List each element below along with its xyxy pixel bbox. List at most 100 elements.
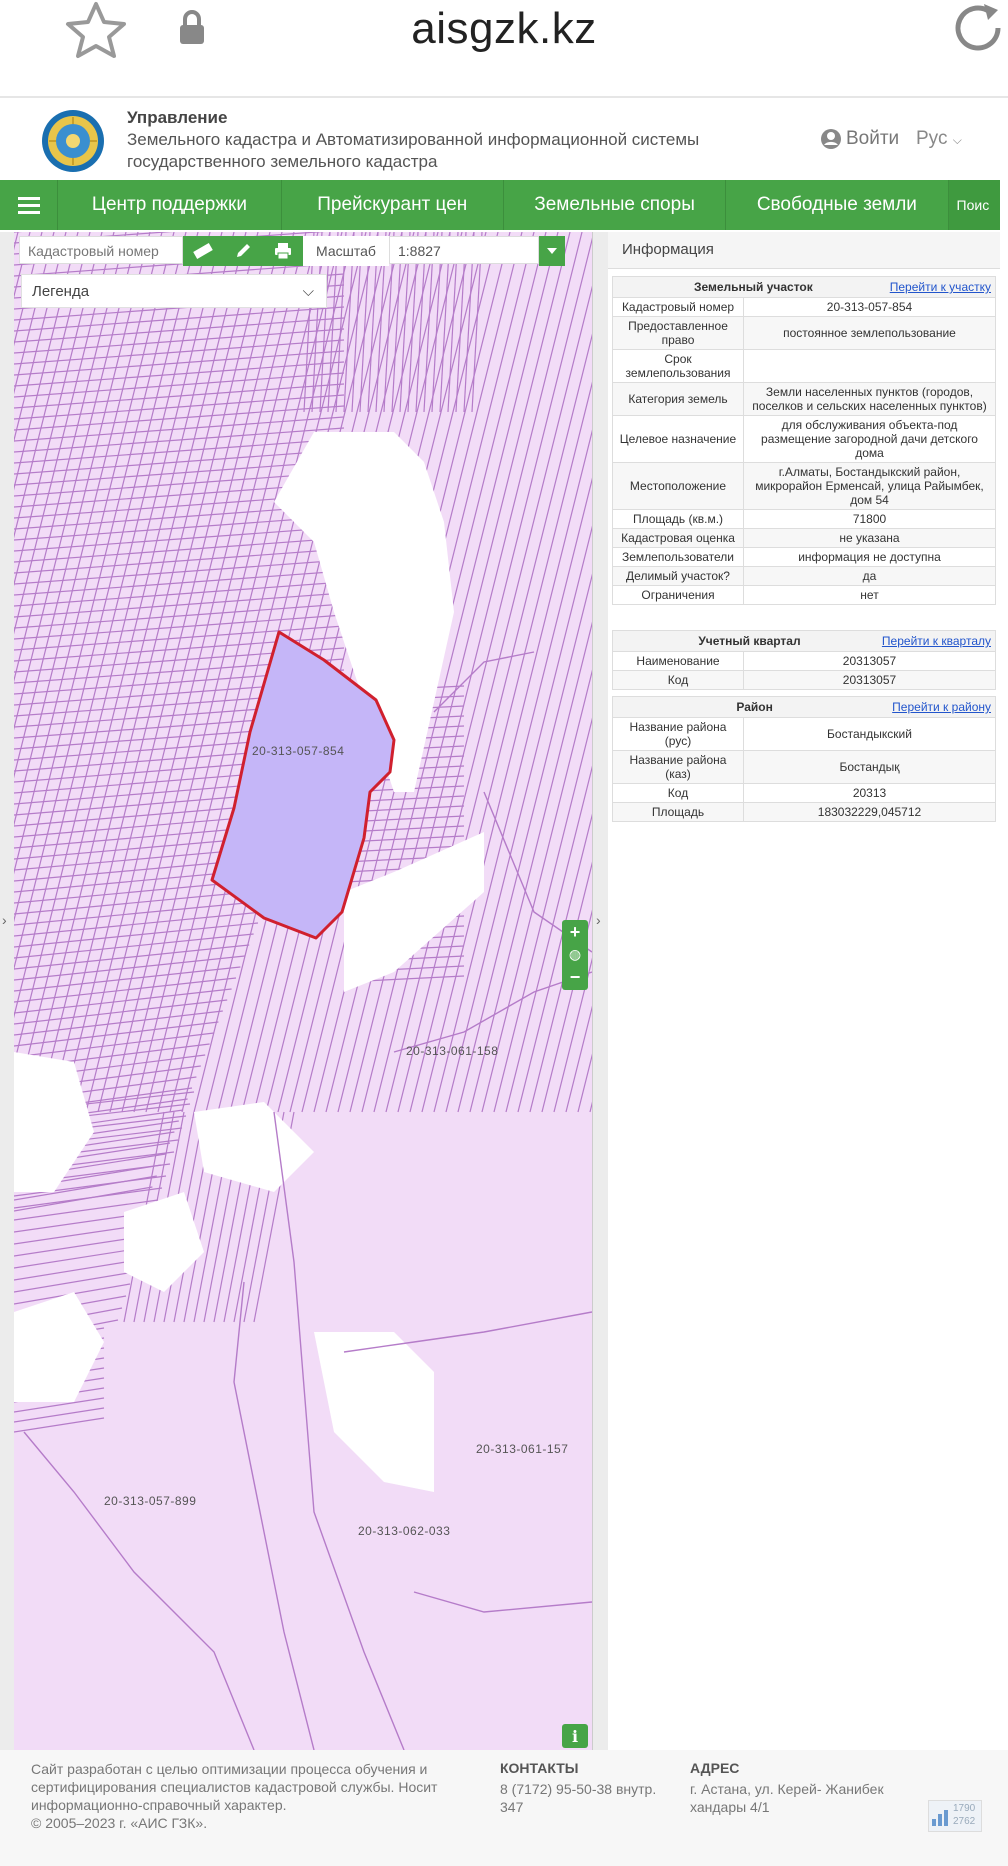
info-value: Земли населенных пунктов (городов, посел… bbox=[743, 382, 996, 416]
map-toolbar: Кадастровый номер Масштаб 1:8827 bbox=[19, 236, 565, 266]
print-button[interactable] bbox=[263, 236, 303, 266]
info-value: 71800 bbox=[743, 509, 996, 529]
nav-free-lands[interactable]: Свободные земли bbox=[726, 180, 949, 230]
info-key: Код bbox=[612, 783, 744, 803]
footer: Сайт разработан с целью оптимизации проц… bbox=[0, 1750, 1008, 1866]
info-value: 20-313-057-854 bbox=[743, 297, 996, 317]
info-key: Делимый участок? bbox=[612, 566, 744, 586]
info-key: Площадь (кв.м.) bbox=[612, 509, 744, 529]
contacts-phone[interactable]: 8 (7172) 95-50-38 внутр. 347 bbox=[500, 1780, 670, 1816]
zoom-out-icon[interactable]: − bbox=[570, 967, 581, 988]
info-value: 183032229,045712 bbox=[743, 802, 996, 822]
go-to-parcel-link[interactable]: Перейти к участку bbox=[890, 280, 991, 294]
counter-visits: 1790 bbox=[953, 1803, 976, 1814]
district-heading: Район bbox=[736, 700, 773, 714]
info-row: Ограничения нет bbox=[612, 585, 996, 605]
menu-icon[interactable] bbox=[0, 180, 59, 230]
cadastral-map[interactable]: 20-313-057-854 20-313-061-158 20-313-061… bbox=[14, 232, 592, 1750]
info-value: для обслуживания объекта-под размещение … bbox=[743, 415, 996, 463]
reload-icon[interactable] bbox=[952, 0, 1008, 56]
pencil-icon bbox=[237, 244, 250, 257]
info-row: Срок землепользования bbox=[612, 349, 996, 383]
info-value: не указана bbox=[743, 528, 996, 548]
panel-title: Информация bbox=[608, 232, 1000, 269]
parcel-heading: Земельный участок bbox=[693, 280, 813, 294]
info-value: постоянное землепользование bbox=[743, 316, 996, 350]
cadastral-number-input[interactable]: Кадастровый номер bbox=[19, 236, 183, 264]
info-key: Кадастровая оценка bbox=[612, 528, 744, 548]
scale-input[interactable]: 1:8827 bbox=[389, 236, 539, 264]
nav-price-list[interactable]: Прейскурант цен bbox=[282, 180, 504, 230]
info-row: Землепользователи информация не доступна bbox=[612, 547, 996, 567]
info-row: Предоставленное право постоянное землепол… bbox=[612, 316, 996, 350]
nav-land-disputes[interactable]: Земельные споры bbox=[504, 180, 727, 230]
visit-counter[interactable]: 1790 2762 bbox=[928, 1800, 982, 1832]
parcel-label-selected: 20-313-057-854 bbox=[252, 744, 345, 758]
info-row: Площадь (кв.м.) 71800 bbox=[612, 509, 996, 529]
info-key: Срок землепользования bbox=[612, 349, 744, 383]
zoom-in-icon[interactable]: + bbox=[570, 922, 581, 943]
parcel-label: 20-313-061-158 bbox=[406, 1044, 499, 1058]
nav-search[interactable]: Поис bbox=[948, 180, 1000, 230]
user-icon bbox=[821, 129, 841, 149]
printer-icon bbox=[275, 243, 291, 260]
info-value: г.Алматы, Бостандыкский район, микрорайо… bbox=[743, 462, 996, 510]
ruler-button[interactable] bbox=[183, 236, 223, 266]
info-value: нет bbox=[743, 585, 996, 605]
address-heading: АДРЕС bbox=[690, 1760, 740, 1776]
copyright-text: © 2005–2023 г. «АИС ГЗК». bbox=[31, 1815, 208, 1831]
info-row: Кадастровый номер 20-313-057-854 bbox=[612, 297, 996, 317]
go-to-district-link[interactable]: Перейти к району bbox=[892, 700, 991, 714]
draw-button[interactable] bbox=[223, 236, 263, 266]
parcel-label: 20-313-057-899 bbox=[104, 1494, 197, 1508]
address-text: г. Астана, ул. Керей- Жанибек хандары 4/… bbox=[690, 1781, 884, 1815]
address-bar-url[interactable]: aisgzk.kz bbox=[0, 4, 1008, 54]
language-selector[interactable]: Рус ⌵ bbox=[916, 128, 962, 150]
info-value bbox=[743, 349, 996, 383]
left-panel-toggle[interactable]: › bbox=[0, 232, 15, 1750]
info-value: 20313057 bbox=[743, 651, 996, 671]
legend-label: Легенда bbox=[32, 283, 90, 300]
parcel-table: Земельный участок Перейти к участку Када… bbox=[612, 276, 996, 605]
chevron-right-icon: › bbox=[2, 912, 7, 928]
info-key: Землепользователи bbox=[612, 547, 744, 567]
ruler-icon bbox=[193, 243, 213, 259]
org-title-line-1: Управление bbox=[127, 108, 228, 127]
browser-toolbar: aisgzk.kz bbox=[0, 0, 1008, 98]
info-row: Название района (каз) Бостандық bbox=[612, 750, 996, 784]
legend-dropdown[interactable]: Легенда ⌵ bbox=[21, 274, 327, 308]
contacts-heading: КОНТАКТЫ bbox=[500, 1760, 579, 1776]
info-row: Категория земель Земли населенных пунктов… bbox=[612, 382, 996, 416]
info-value: Бостандық bbox=[743, 750, 996, 784]
info-panel: Информация Земельный участок Перейти к у… bbox=[608, 232, 1000, 1750]
district-table: Район Перейти к району Название района (… bbox=[612, 696, 996, 822]
info-key: Местоположение bbox=[612, 462, 744, 510]
info-row: Код 20313057 bbox=[612, 670, 996, 690]
scale-dropdown-button[interactable] bbox=[539, 236, 565, 266]
language-label: Рус bbox=[916, 128, 948, 149]
parcel-label: 20-313-062-033 bbox=[358, 1524, 451, 1538]
info-value: Бостандыкский bbox=[743, 717, 996, 751]
nav-support-center[interactable]: Центр поддержки bbox=[58, 180, 282, 230]
org-title-line-3: государственного земельного кадастра bbox=[127, 152, 438, 171]
info-key: Код bbox=[612, 670, 744, 690]
go-to-quarter-link[interactable]: Перейти к кварталу bbox=[882, 634, 991, 648]
info-key: Предоставленное право bbox=[612, 316, 744, 350]
info-key: Наименование bbox=[612, 651, 744, 671]
info-key: Кадастровый номер bbox=[612, 297, 744, 317]
info-row: Наименование 20313057 bbox=[612, 651, 996, 671]
info-value: информация не доступна bbox=[743, 547, 996, 567]
panel-resize-toggle[interactable]: › bbox=[592, 232, 609, 1750]
map-canvas[interactable] bbox=[14, 232, 592, 1750]
info-row: Целевое назначение для обслуживания объек… bbox=[612, 415, 996, 463]
info-icon[interactable]: i bbox=[562, 1724, 588, 1748]
main-nav: Центр поддержки Прейскурант цен Земельны… bbox=[0, 180, 1000, 230]
quarter-table: Учетный квартал Перейти к кварталу Наиме… bbox=[612, 630, 996, 690]
info-row: Делимый участок? да bbox=[612, 566, 996, 586]
emblem-logo-icon[interactable] bbox=[40, 108, 106, 174]
login-button[interactable]: Войти bbox=[820, 128, 899, 150]
chart-icon bbox=[932, 1810, 948, 1826]
info-row: Площадь 183032229,045712 bbox=[612, 802, 996, 822]
globe-icon[interactable]: ◍ bbox=[569, 946, 581, 963]
info-key: Целевое назначение bbox=[612, 415, 744, 463]
